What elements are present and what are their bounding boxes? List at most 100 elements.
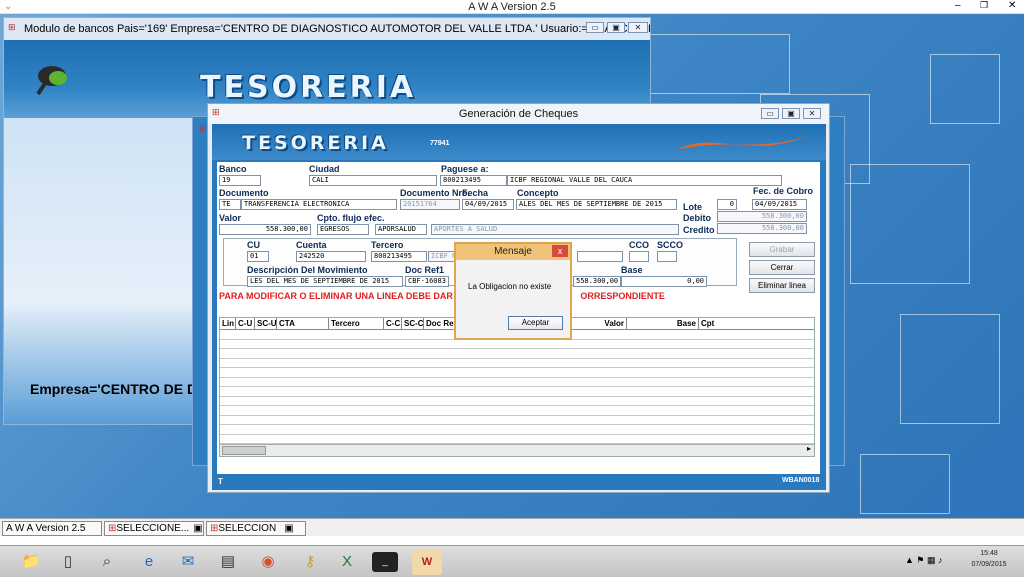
aportes-desc-field[interactable]: APORTES A SALUD [431,224,679,235]
logo-icon [32,60,68,96]
awa-app-icon[interactable]: W [412,549,442,575]
excel-icon[interactable]: X [332,549,362,575]
doc-desc-field[interactable]: TRANSFERENCIA ELECTRONICA [241,199,397,210]
aporsalud-field[interactable]: APORSALUD [375,224,427,235]
table-row[interactable] [220,406,814,416]
extra-field[interactable] [577,251,623,262]
table-row[interactable] [220,340,814,349]
outlook-icon[interactable]: ✉ [173,549,203,575]
restore-icon[interactable]: ▣ [284,523,293,534]
tray-icons[interactable]: ▲ ⚑ ▦ ♪ [905,555,942,566]
paguese-name-field[interactable]: ICBF REGIONAL VALLE DEL CAUCA [507,175,782,186]
close-button[interactable]: ✕ [628,22,648,33]
table-row[interactable] [220,425,814,435]
debito-label: Debito [683,213,711,223]
maximize-button[interactable]: ▣ [607,22,625,33]
close-icon[interactable]: ✕ [1008,0,1016,11]
eliminar-linea-button[interactable]: Eliminar linea [749,278,815,293]
app-icon[interactable]: ◉ [253,549,283,575]
grid-scrollbar[interactable]: ▸ [220,444,814,456]
internet-explorer-icon[interactable]: e [134,549,164,575]
table-row[interactable] [220,378,814,387]
credito-field[interactable]: 558.300,00 [717,223,807,234]
concepto-label: Concepto [517,188,559,198]
table-row[interactable] [220,349,814,359]
key-icon[interactable]: ⚷ [295,549,325,575]
fec-cobro-field[interactable]: 04/09/2015 [752,199,807,210]
valor-label: Valor [219,213,242,223]
minimize-icon[interactable]: – [955,0,961,11]
cheques-banner: TESORERIA 77941 [212,124,826,160]
banco-field[interactable]: 19 [219,175,261,186]
table-row[interactable] [220,368,814,378]
ciudad-label: Ciudad [309,164,340,174]
clock[interactable]: 15:48 07/09/2015 [963,548,1015,570]
restore-icon[interactable]: ❐ [980,0,988,11]
table-row[interactable] [220,387,814,397]
concepto-field[interactable]: ALES DEL MES DE SEPTIEMBRE DE 2015 [516,199,677,210]
scco-field[interactable] [657,251,677,262]
cco-label: CCO [629,240,649,250]
minimize-button[interactable]: ▭ [761,108,779,119]
grid-rows [220,330,814,444]
fec-cobro-label: Fec. de Cobro [753,186,814,196]
scroll-thumb[interactable] [222,446,266,455]
doc-nro-field[interactable]: 20151764 [400,199,460,210]
swoosh-icon [677,136,807,150]
cu-field[interactable]: 01 [247,251,269,262]
footer-left: T [218,477,223,486]
base-field[interactable]: 0,00 [621,276,707,287]
cu-label: CU [247,240,260,250]
cerrar-button[interactable]: Cerrar [749,260,815,275]
task-seleccion[interactable]: ⊞SELECCION ▣ [206,521,306,536]
debito-field[interactable]: 558.300,00 [717,211,807,222]
device-icon[interactable]: ▯ [53,549,83,575]
minimize-button[interactable]: ▭ [586,22,604,33]
paguese-nit-field[interactable]: 800213495 [440,175,507,186]
app-icon: ⊞ [8,22,16,32]
close-button[interactable]: ✕ [803,108,821,119]
col-cu: C-U [236,318,255,329]
cpto-flujo-field[interactable]: EGRESOS [317,224,369,235]
decor-square [650,34,790,94]
desc-mov-field[interactable]: LES DEL MES DE SEPTIEMBRE DE 2015 [247,276,403,287]
banco-label: Banco [219,164,247,174]
grabar-button[interactable]: Grabar [749,242,815,257]
task-label: SELECCIONE... [116,523,190,534]
terminal-icon[interactable]: _ [372,552,398,572]
fecha-field[interactable]: 04/09/2015 [462,199,514,210]
aceptar-button[interactable]: Aceptar [508,316,563,330]
scroll-right-icon[interactable]: ▸ [807,444,811,453]
search-icon[interactable]: ⌕ [92,549,122,575]
ciudad-field[interactable]: CALI [309,175,437,186]
valor-mov-field[interactable]: 558.300,00 [573,276,621,287]
folder-icon[interactable]: ▤ [213,549,243,575]
paguese-label: Paguese a: [441,164,489,174]
table-row[interactable] [220,397,814,406]
doc-type-field[interactable]: TE [219,199,241,210]
cheque-code: 77941 [430,140,450,147]
task-awa[interactable]: A W A Version 2.5 [2,521,102,536]
task-seleccione[interactable]: ⊞SELECCIONE... ▣ [104,521,204,536]
tercero-nit-field[interactable]: 800213495 [371,251,427,262]
col-lin: Lin [222,318,236,329]
col-base: Base [627,318,699,329]
valor-field[interactable]: 558.300,00 [219,224,311,235]
app-icon: ⊞ [212,107,220,117]
close-button[interactable]: x [552,245,568,257]
table-row[interactable] [220,435,814,444]
clock-time: 15:48 [980,550,998,557]
task-label: A W A Version 2.5 [6,523,86,534]
maximize-button[interactable]: ▣ [782,108,800,119]
mensaje-dialog: Mensaje x La Obligacion no existe Acepta… [454,242,572,340]
restore-icon[interactable]: ▣ [193,523,202,534]
file-explorer-icon[interactable]: 📁 [16,549,46,575]
cco-field[interactable] [629,251,649,262]
col-scc: SC-C [404,318,424,329]
lote-field[interactable]: 0 [717,199,737,210]
cuenta-field[interactable]: 242520 [296,251,366,262]
modulo-title: Modulo de bancos Pais='169' Empresa='CEN… [24,23,650,35]
table-row[interactable] [220,416,814,425]
table-row[interactable] [220,359,814,368]
doc-ref1-field[interactable]: CBF-16083 [405,276,449,287]
